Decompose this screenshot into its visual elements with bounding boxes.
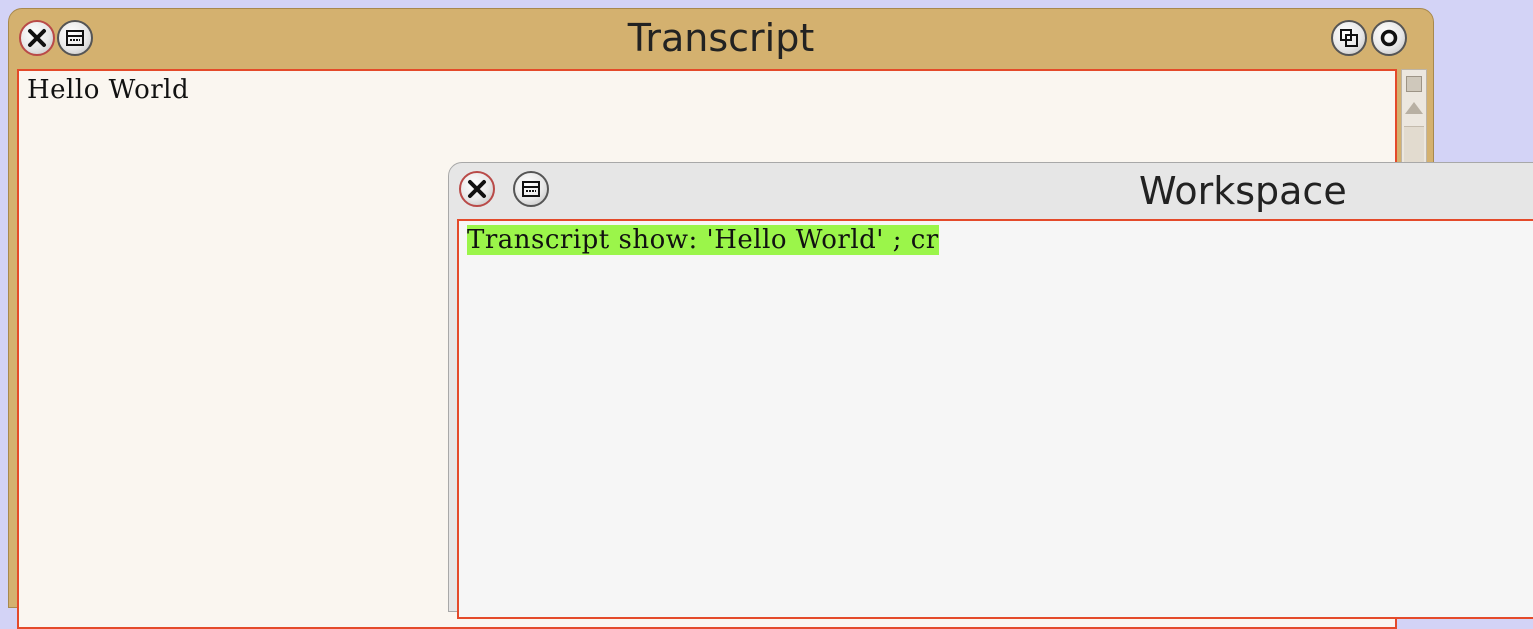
- transcript-titlebar[interactable]: Transcript: [9, 9, 1433, 67]
- collapse-icon[interactable]: [1331, 20, 1367, 56]
- scroll-up-arrow-icon[interactable]: [1405, 102, 1423, 114]
- transcript-output-text: Hello World: [27, 75, 190, 105]
- scrollbar-menu-icon[interactable]: [1406, 76, 1422, 92]
- window-menu-icon[interactable]: [513, 171, 549, 207]
- workspace-window[interactable]: Workspace Transcript show: 'Hello World'…: [448, 162, 1533, 619]
- workspace-title: Workspace: [1139, 169, 1347, 213]
- workspace-titlebar[interactable]: Workspace: [449, 163, 1533, 219]
- transcript-title: Transcript: [627, 16, 815, 60]
- workspace-selected-code[interactable]: Transcript show: 'Hello World' ; cr: [467, 225, 939, 255]
- workspace-text-pane[interactable]: Transcript show: 'Hello World' ; cr: [457, 219, 1533, 619]
- expand-icon[interactable]: [1371, 20, 1407, 56]
- close-icon[interactable]: [459, 171, 495, 207]
